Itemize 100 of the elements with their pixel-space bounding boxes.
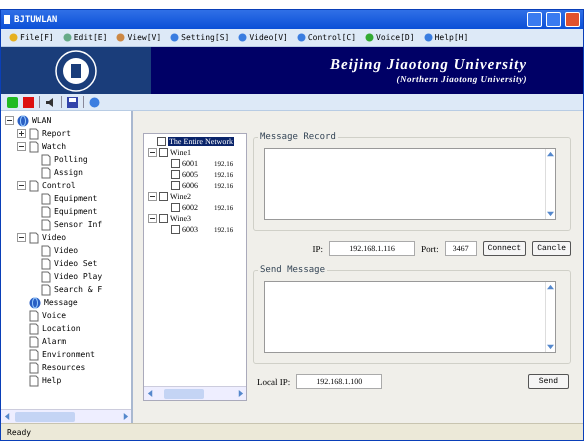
checkbox[interactable] (159, 214, 168, 223)
tree-item[interactable]: WLAN (32, 116, 52, 125)
expand-icon[interactable] (17, 129, 26, 138)
menu-item[interactable]: Video[V] (249, 33, 288, 42)
action-button[interactable]: Connect (482, 241, 526, 256)
tree-item[interactable]: Message (44, 298, 78, 307)
tree-item[interactable]: Wine2 (170, 192, 192, 201)
collapse-icon[interactable] (5, 116, 14, 125)
menu-item[interactable]: Voice[D] (376, 33, 415, 42)
page-icon (41, 270, 51, 282)
checkbox[interactable] (171, 159, 180, 168)
checkbox[interactable] (159, 148, 168, 157)
menu-item[interactable]: Help[H] (434, 33, 468, 42)
tree-item[interactable]: Assign (54, 168, 83, 177)
menu-item[interactable]: View[V] (127, 33, 162, 42)
tree-item[interactable]: Environment (42, 350, 95, 359)
tree-item[interactable]: Video (42, 233, 66, 242)
scroll-arrow-icon[interactable] (122, 413, 128, 420)
menu-item[interactable]: Setting[S] (181, 33, 230, 42)
scroll-arrow-icon[interactable] (236, 390, 244, 397)
page-icon (41, 154, 51, 166)
collapse-icon[interactable] (148, 148, 157, 157)
scroll-arrow-icon[interactable] (547, 151, 554, 158)
local-ip-label: Local IP: (257, 376, 290, 386)
collapse-icon[interactable] (148, 214, 157, 223)
action-button[interactable]: Cancle (532, 241, 571, 256)
scroll-arrow-icon[interactable] (547, 210, 554, 217)
tree-item[interactable]: Resources (42, 363, 86, 372)
tree-item[interactable]: 6005 (182, 170, 198, 179)
scroll-arrow-icon[interactable] (547, 343, 554, 350)
page-icon (41, 244, 51, 256)
page-icon (41, 218, 51, 230)
checkbox[interactable] (171, 170, 180, 179)
tree-item[interactable]: Help (42, 376, 62, 385)
checkbox[interactable] (157, 137, 166, 146)
collapse-icon[interactable] (148, 192, 157, 201)
local-ip-field[interactable]: 192.168.1.100 (296, 374, 382, 389)
seal-icon (55, 50, 97, 92)
tree-item[interactable]: Control (42, 181, 76, 190)
page-icon (41, 284, 51, 296)
stop-icon[interactable] (23, 96, 34, 108)
send-button[interactable]: Send (528, 374, 569, 389)
scroll-arrow-icon[interactable] (146, 390, 154, 397)
tree-item[interactable]: Video Set (54, 259, 98, 268)
port-field[interactable]: 3467 (444, 241, 477, 256)
tree-item[interactable]: Polling (54, 155, 88, 164)
collapse-icon[interactable] (17, 181, 26, 190)
group-title: Message Record (258, 132, 338, 142)
page-icon (29, 362, 39, 374)
menu-item[interactable]: File[F] (20, 33, 54, 42)
tree-item[interactable]: Report (42, 129, 71, 138)
tree-item[interactable]: Video (54, 246, 78, 255)
page-icon (29, 348, 39, 360)
close-button[interactable] (565, 12, 580, 27)
tree-item[interactable]: Video Play (54, 272, 102, 281)
speaker-icon[interactable] (45, 96, 56, 108)
page-icon (41, 166, 51, 178)
tree-item[interactable]: Wine3 (170, 214, 192, 223)
tree-item[interactable]: Equipment (54, 207, 98, 216)
collapse-icon[interactable] (17, 142, 26, 151)
tree-item[interactable]: 6006 (182, 181, 198, 190)
tree-item[interactable]: 6001 (182, 159, 198, 168)
status-text: Ready (7, 428, 32, 436)
tree-item[interactable]: Search & F (54, 285, 102, 294)
group-title: Send Message (258, 265, 328, 275)
window-title: BJTUWLAN (14, 14, 58, 24)
scrollbar[interactable] (144, 386, 246, 400)
tree-item[interactable]: Wine1 (170, 148, 192, 157)
ip-label: IP: (312, 244, 324, 254)
scrollbar[interactable] (1, 409, 131, 423)
scroll-arrow-icon[interactable] (547, 284, 554, 291)
page-icon (29, 322, 39, 334)
checkbox[interactable] (171, 203, 180, 212)
tree-item[interactable]: 6002 (182, 203, 198, 212)
minimize-button[interactable] (527, 12, 542, 27)
page-icon (41, 206, 51, 218)
tree-item[interactable]: Equipment (54, 194, 98, 203)
menu-item[interactable]: Edit[E] (74, 33, 108, 42)
tree-item[interactable]: Location (42, 324, 81, 333)
scroll-arrow-icon[interactable] (4, 413, 10, 420)
app-icon (4, 15, 10, 24)
checkbox[interactable] (159, 192, 168, 201)
page-icon (29, 140, 39, 152)
tree-item[interactable]: Alarm (42, 337, 66, 346)
checkbox[interactable] (171, 225, 180, 234)
tree-item[interactable]: The Entire Network (168, 137, 234, 146)
save-icon[interactable] (67, 96, 78, 108)
tree-item[interactable]: 6003 (182, 225, 198, 234)
menu-item[interactable]: Control[C] (308, 33, 356, 42)
page-icon (29, 336, 39, 348)
send-message-area[interactable] (264, 281, 556, 353)
collapse-icon[interactable] (17, 233, 26, 242)
maximize-button[interactable] (546, 12, 561, 27)
tree-item[interactable]: Voice (42, 311, 66, 320)
tree-item[interactable]: Sensor Inf (54, 220, 102, 229)
ip-field[interactable]: 192.168.1.116 (329, 241, 416, 256)
page-icon (41, 258, 51, 270)
tree-item[interactable]: Watch (42, 142, 66, 151)
message-record-area[interactable] (264, 148, 556, 220)
checkbox[interactable] (171, 181, 180, 190)
